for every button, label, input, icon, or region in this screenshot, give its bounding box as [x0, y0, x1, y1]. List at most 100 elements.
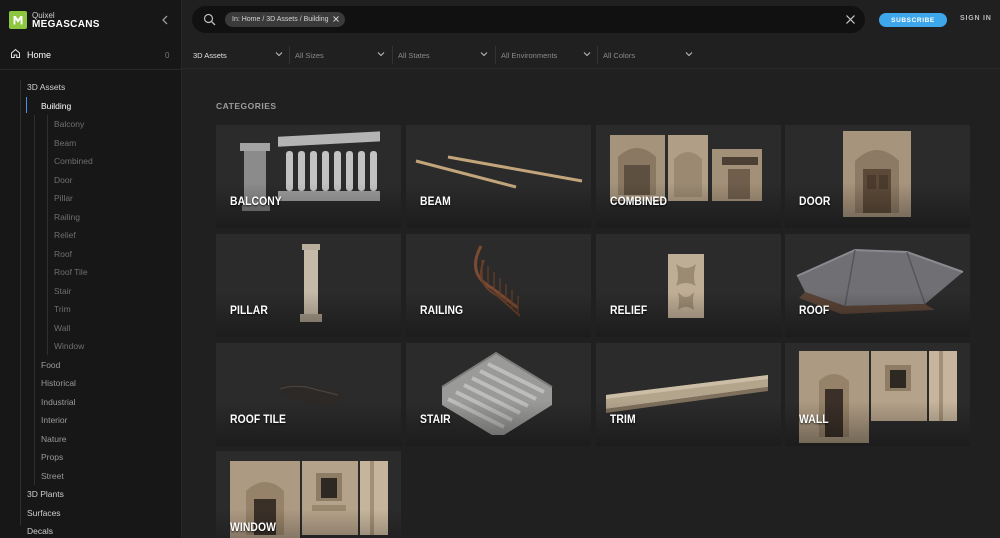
brand-wordmark: Quixel MEGASCANS: [32, 11, 100, 30]
sidebar-item-nature[interactable]: Nature: [41, 431, 67, 447]
filter-all-states[interactable]: All States: [398, 45, 490, 65]
tree-guide-selected: [26, 97, 27, 113]
sidebar-item-roof-tile[interactable]: Roof Tile: [54, 264, 88, 280]
category-card-label: WALL: [799, 414, 829, 426]
category-card-label: PILLAR: [230, 305, 268, 317]
category-thumbnail: [610, 135, 762, 201]
section-title: CATEGORIES: [216, 101, 277, 111]
sidebar-item-beam[interactable]: Beam: [54, 135, 76, 151]
sidebar-item-combined[interactable]: Combined: [54, 153, 93, 169]
category-thumbnail: [799, 351, 957, 443]
sidebar-item-trim[interactable]: Trim: [54, 301, 71, 317]
sidebar-item-roof[interactable]: Roof: [54, 246, 72, 262]
subscribe-button[interactable]: SUBSCRIBE: [879, 13, 947, 27]
sidebar-item-stair[interactable]: Stair: [54, 283, 71, 299]
category-card-railing[interactable]: RAILING: [406, 234, 591, 337]
sidebar-item-decals[interactable]: Decals: [27, 523, 53, 538]
filter-3d-assets[interactable]: 3D Assets: [193, 45, 285, 65]
sidebar-item-home[interactable]: Home 0: [0, 44, 181, 66]
filter-separator: [597, 46, 598, 64]
category-card-label: ROOF TILE: [230, 414, 287, 426]
category-thumbnail: [278, 383, 342, 407]
chevron-down-icon: [275, 52, 283, 57]
sidebar-item-window[interactable]: Window: [54, 338, 84, 354]
search-bar[interactable]: In: Home / 3D Assets / Building: [192, 6, 865, 33]
sidebar-divider: [0, 69, 181, 70]
category-card-label: COMBINED: [610, 196, 668, 208]
sidebar-item-surfaces[interactable]: Surfaces: [27, 505, 61, 521]
category-card-pillar[interactable]: PILLAR: [216, 234, 401, 337]
sidebar-home-count: 0: [165, 50, 170, 60]
sidebar-item-wall[interactable]: Wall: [54, 320, 70, 336]
category-thumbnail: [240, 131, 380, 211]
category-thumbnail: [474, 245, 521, 317]
sidebar-item-street[interactable]: Street: [41, 468, 64, 484]
chevron-down-icon: [583, 52, 591, 57]
close-icon[interactable]: [332, 15, 340, 23]
filter-all-environments[interactable]: All Environments: [501, 45, 593, 65]
category-card-label: DOOR: [799, 196, 831, 208]
category-thumbnail: [606, 375, 768, 413]
filter-separator: [289, 46, 290, 64]
category-card-stair[interactable]: STAIR: [406, 343, 591, 446]
sidebar-item-balcony[interactable]: Balcony: [54, 116, 84, 132]
category-card-label: TRIM: [610, 414, 636, 426]
category-card-window[interactable]: WINDOW: [216, 451, 401, 538]
category-card-roof[interactable]: ROOF: [785, 234, 970, 337]
category-thumbnail: [415, 155, 583, 189]
chevron-left-icon: [162, 15, 168, 25]
chevron-down-icon: [685, 52, 693, 57]
sidebar-item-historical[interactable]: Historical: [41, 375, 76, 391]
search-filter-chip[interactable]: In: Home / 3D Assets / Building: [225, 12, 345, 27]
filter-separator: [392, 46, 393, 64]
sidebar-item-railing[interactable]: Railing: [54, 209, 80, 225]
category-card-trim[interactable]: TRIM: [596, 343, 781, 446]
filter-bar: 3D Assets All Sizes All States All Envir…: [182, 41, 1000, 69]
category-card-roof-tile[interactable]: ROOF TILE: [216, 343, 401, 446]
category-card-combined[interactable]: COMBINED: [596, 125, 781, 228]
sidebar-item-3d-assets[interactable]: 3D Assets: [27, 79, 65, 95]
category-thumbnail: [668, 254, 704, 318]
clear-search-button[interactable]: [845, 14, 856, 25]
sidebar-item-food[interactable]: Food: [41, 357, 60, 373]
filter-all-sizes[interactable]: All Sizes: [295, 45, 387, 65]
filter-label: 3D Assets: [193, 50, 227, 60]
sidebar-item-pillar[interactable]: Pillar: [54, 190, 73, 206]
tree-guide-level-1: [20, 80, 21, 525]
filter-label: All Colors: [603, 50, 636, 60]
filter-all-colors[interactable]: All Colors: [603, 45, 695, 65]
sidebar-item-door[interactable]: Door: [54, 172, 72, 188]
category-card-balcony[interactable]: BALCONY: [216, 125, 401, 228]
search-icon: [203, 13, 216, 26]
category-thumbnail: [843, 131, 911, 217]
home-icon: [11, 48, 20, 58]
filter-label: All Environments: [501, 50, 558, 60]
brand-line-2: MEGASCANS: [32, 19, 100, 30]
filter-label: All Sizes: [295, 50, 324, 60]
tree-guide-level-2: [34, 115, 35, 485]
category-card-relief[interactable]: RELIEF: [596, 234, 781, 337]
category-card-beam[interactable]: BEAM: [406, 125, 591, 228]
category-card-door[interactable]: DOOR: [785, 125, 970, 228]
brand[interactable]: Quixel MEGASCANS: [9, 9, 100, 31]
chevron-down-icon: [377, 52, 385, 57]
sidebar-item-props[interactable]: Props: [41, 449, 63, 465]
filter-label: All States: [398, 50, 430, 60]
category-thumbnail: [300, 244, 322, 322]
category-card-label: STAIR: [420, 414, 451, 426]
filter-separator: [495, 46, 496, 64]
collapse-sidebar-button[interactable]: [158, 12, 172, 28]
tree-guide-level-3: [47, 115, 48, 355]
category-card-label: RAILING: [420, 305, 464, 317]
chevron-down-icon: [480, 52, 488, 57]
category-card-wall[interactable]: WALL: [785, 343, 970, 446]
sidebar-home-label: Home: [27, 50, 52, 60]
sidebar-item-building[interactable]: Building: [41, 98, 71, 114]
sign-in-link[interactable]: SIGN IN: [960, 15, 992, 22]
category-card-label: WINDOW: [230, 522, 276, 534]
sidebar-item-3d-plants[interactable]: 3D Plants: [27, 486, 64, 502]
category-card-label: ROOF: [799, 305, 830, 317]
sidebar-item-relief[interactable]: Relief: [54, 227, 76, 243]
sidebar-item-industrial[interactable]: Industrial: [41, 394, 76, 410]
sidebar-item-interior[interactable]: Interior: [41, 412, 67, 428]
